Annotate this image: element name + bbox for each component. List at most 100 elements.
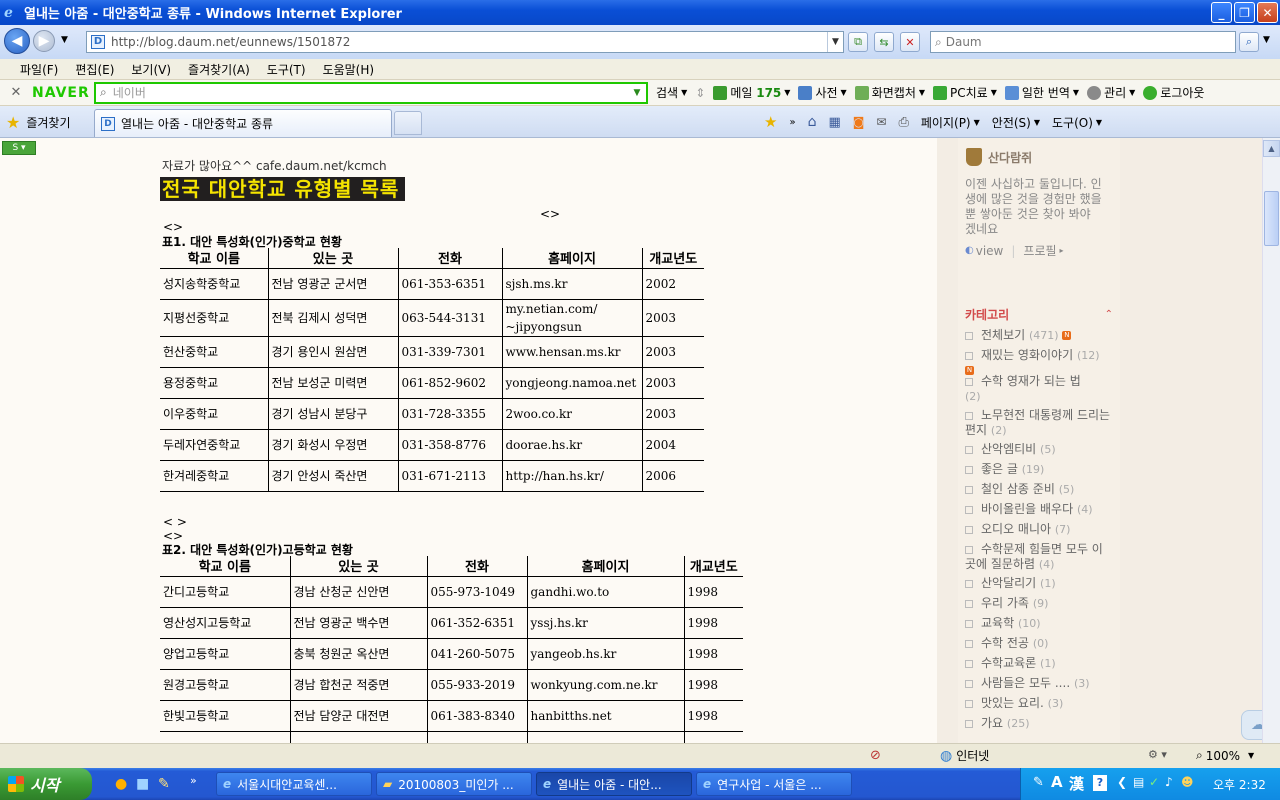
collapse-chevron-icon[interactable]: ⌃ (1105, 309, 1113, 320)
tray-help-icon[interactable]: ? (1093, 775, 1107, 791)
naver-search-input[interactable]: ⌕ 네이버 ▼ (94, 81, 648, 104)
page-menu[interactable]: 페이지(P) ▼ (921, 114, 980, 131)
task-folder[interactable]: ▰ 20100803_미인가 ... (376, 772, 532, 796)
naver-capture-button[interactable]: 화면캡처 ▼ (854, 84, 925, 101)
tray-security-icon[interactable]: ✓ (1149, 775, 1159, 789)
back-button[interactable]: ◀ (4, 28, 30, 54)
feeds-grid-icon[interactable]: ▦ (828, 115, 840, 130)
tray-network-icon[interactable]: ▤ (1133, 775, 1144, 789)
col-location: 있는 곳 (267, 248, 398, 269)
close-button[interactable]: ✕ (1257, 2, 1278, 23)
more-chevron-icon[interactable]: » (789, 117, 795, 128)
search-options-icon[interactable]: ▼ (1263, 35, 1270, 45)
category-item[interactable]: 맛있는 요리. (3) (965, 696, 1113, 716)
safety-menu[interactable]: 안전(S) ▼ (992, 114, 1040, 131)
naver-logo[interactable]: NAVER (32, 85, 94, 101)
zoom-level[interactable]: 100% (1206, 749, 1240, 763)
task-ie-1[interactable]: e 서울시대안교육센... (216, 772, 372, 796)
quicklaunch-download-icon[interactable]: ■ (136, 776, 149, 792)
vertical-scrollbar[interactable]: ▲ (1262, 138, 1280, 743)
profile-link[interactable]: 프로필 (1023, 242, 1056, 259)
naver-mail-button[interactable]: 메일 175 ▼ (713, 84, 790, 101)
task-ie-active[interactable]: e 열내는 아줌 - 대안... (536, 772, 692, 796)
tray-expand-icon[interactable]: ❮ (1117, 775, 1127, 789)
view-link[interactable]: view (976, 244, 1004, 258)
search-button[interactable]: ⌕ (1239, 32, 1259, 52)
minimize-button[interactable]: _ (1211, 2, 1232, 23)
category-item[interactable]: 오디오 매니아 (7) (965, 522, 1113, 542)
mail-read-icon[interactable]: ✉ (876, 115, 886, 129)
category-item[interactable]: 수학교육론 (1) (965, 656, 1113, 676)
homepage: yongjeong.namoa.net (501, 366, 642, 398)
naver-dictionary-button[interactable]: 사전 ▼ (798, 84, 847, 101)
zoom-dropdown-icon[interactable]: ▼ (1248, 751, 1254, 760)
category-item[interactable]: 수학 영재가 되는 법 (2) (965, 374, 1113, 408)
naver-search-dropdown-icon[interactable]: ▼ (628, 88, 646, 98)
maximize-button[interactable]: ❐ (1234, 2, 1255, 23)
category-item[interactable]: 바이올린을 배우다 (4) (965, 502, 1113, 522)
tab-active[interactable]: D 열내는 아줌 - 대안중학교 종류 (94, 109, 392, 137)
naver-search-placeholder: 네이버 (112, 86, 146, 100)
print-icon[interactable]: ⎙ (898, 115, 908, 130)
favorites-button[interactable]: ★ 즐겨찾기 (6, 113, 71, 132)
category-item[interactable]: 교육학 (10) (965, 616, 1113, 636)
scroll-up-icon[interactable]: ▲ (1263, 140, 1280, 157)
tray-volume-icon[interactable]: ♪ (1165, 775, 1173, 789)
forward-button[interactable]: ▶ (33, 30, 55, 52)
stop-button[interactable]: ✕ (900, 32, 920, 52)
popup-blocked-icon[interactable]: ⊘ (870, 748, 881, 763)
tools-menu[interactable]: 도구(O) ▼ (1052, 114, 1102, 131)
tray-messenger-icon[interactable]: ☻ (1181, 775, 1194, 789)
scroll-thumb[interactable] (1264, 191, 1279, 246)
menu-favorites[interactable]: 즐겨찾기(A) (188, 61, 250, 78)
start-button[interactable]: 시작 (0, 768, 92, 800)
menu-tools[interactable]: 도구(T) (267, 61, 306, 78)
category-item[interactable]: 사람들은 모두 .... (3) (965, 676, 1113, 696)
category-item[interactable]: 철인 삼종 준비 (5) (965, 482, 1113, 502)
close-toolbar-icon[interactable]: ✕ (0, 85, 32, 100)
tray-ime-a-icon[interactable]: A (1051, 773, 1063, 791)
phone: 055-973-1049 (426, 575, 527, 607)
clock[interactable]: 오후 2:32 (1213, 776, 1266, 793)
category-item[interactable]: 재밌는 영화이야기 (12) N (965, 348, 1113, 375)
naver-search-button[interactable]: 검색 ▼ (656, 84, 687, 101)
task-ie-2[interactable]: e 연구사업 - 서울은 ... (696, 772, 852, 796)
blog-menu-toggle-button[interactable]: S ▾ (2, 141, 36, 155)
naver-manage-button[interactable]: 관리 ▼ (1087, 84, 1135, 101)
category-item[interactable]: 수학문제 힘들면 모두 이곳에 질문하렴 (4) (965, 542, 1113, 576)
add-favorites-icon[interactable]: ★ (764, 113, 777, 131)
category-item[interactable]: 수학 전공 (0) (965, 636, 1113, 656)
floating-widget-icon[interactable]: ☁ (1241, 710, 1262, 740)
category-item[interactable]: 전체보기 (471) N (965, 328, 1113, 348)
naver-logout-button[interactable]: 로그아웃 (1143, 84, 1204, 101)
menu-edit[interactable]: 편집(E) (75, 61, 114, 78)
naver-translate-button[interactable]: 일한 번역 ▼ (1004, 84, 1079, 101)
rss-icon[interactable]: ◙ (853, 115, 865, 129)
category-item[interactable]: 산악엠티비 (5) (965, 442, 1113, 462)
home-icon[interactable]: ⌂ (808, 114, 817, 130)
new-tab-button[interactable] (394, 111, 422, 135)
refresh-button[interactable]: ⇆ (874, 32, 894, 52)
category-item[interactable]: 가요 (25) (965, 716, 1113, 736)
quicklaunch-firefox-icon[interactable]: ● (115, 776, 127, 792)
category-item[interactable]: 좋은 글 (19) (965, 462, 1113, 482)
address-dropdown-icon[interactable]: ▼ (827, 32, 843, 52)
menu-file[interactable]: 파일(F) (20, 61, 58, 78)
naver-pc-repair-button[interactable]: PC치료 ▼ (933, 84, 997, 101)
address-bar[interactable]: D http://blog.daum.net/eunnews/1501872 ▼ (86, 31, 844, 53)
tray-ime-hanja-icon[interactable]: 漢 (1069, 773, 1084, 794)
compat-view-button[interactable]: ⧉ (848, 32, 868, 52)
quicklaunch-more-icon[interactable]: » (190, 774, 197, 787)
menu-help[interactable]: 도움말(H) (323, 61, 375, 78)
menu-view[interactable]: 보기(V) (131, 61, 171, 78)
daum-search-box[interactable]: ⌕ Daum (930, 31, 1236, 53)
category-item[interactable]: 노무현전 대통령께 드리는 편지 (2) (965, 408, 1113, 442)
protected-mode-icon[interactable]: ⚙ ▾ (1148, 748, 1167, 761)
category-item[interactable]: 우리 가족 (9) (965, 596, 1113, 616)
quicklaunch-pen-icon[interactable]: ✎ (158, 776, 170, 792)
history-dropdown-icon[interactable]: ▼ (61, 35, 68, 45)
address-url[interactable]: http://blog.daum.net/eunnews/1501872 (111, 35, 350, 49)
category-count: (5) (1058, 483, 1075, 496)
category-item[interactable]: 산악달리기 (1) (965, 576, 1113, 596)
tray-tool-icon[interactable]: ✎ (1033, 775, 1044, 790)
